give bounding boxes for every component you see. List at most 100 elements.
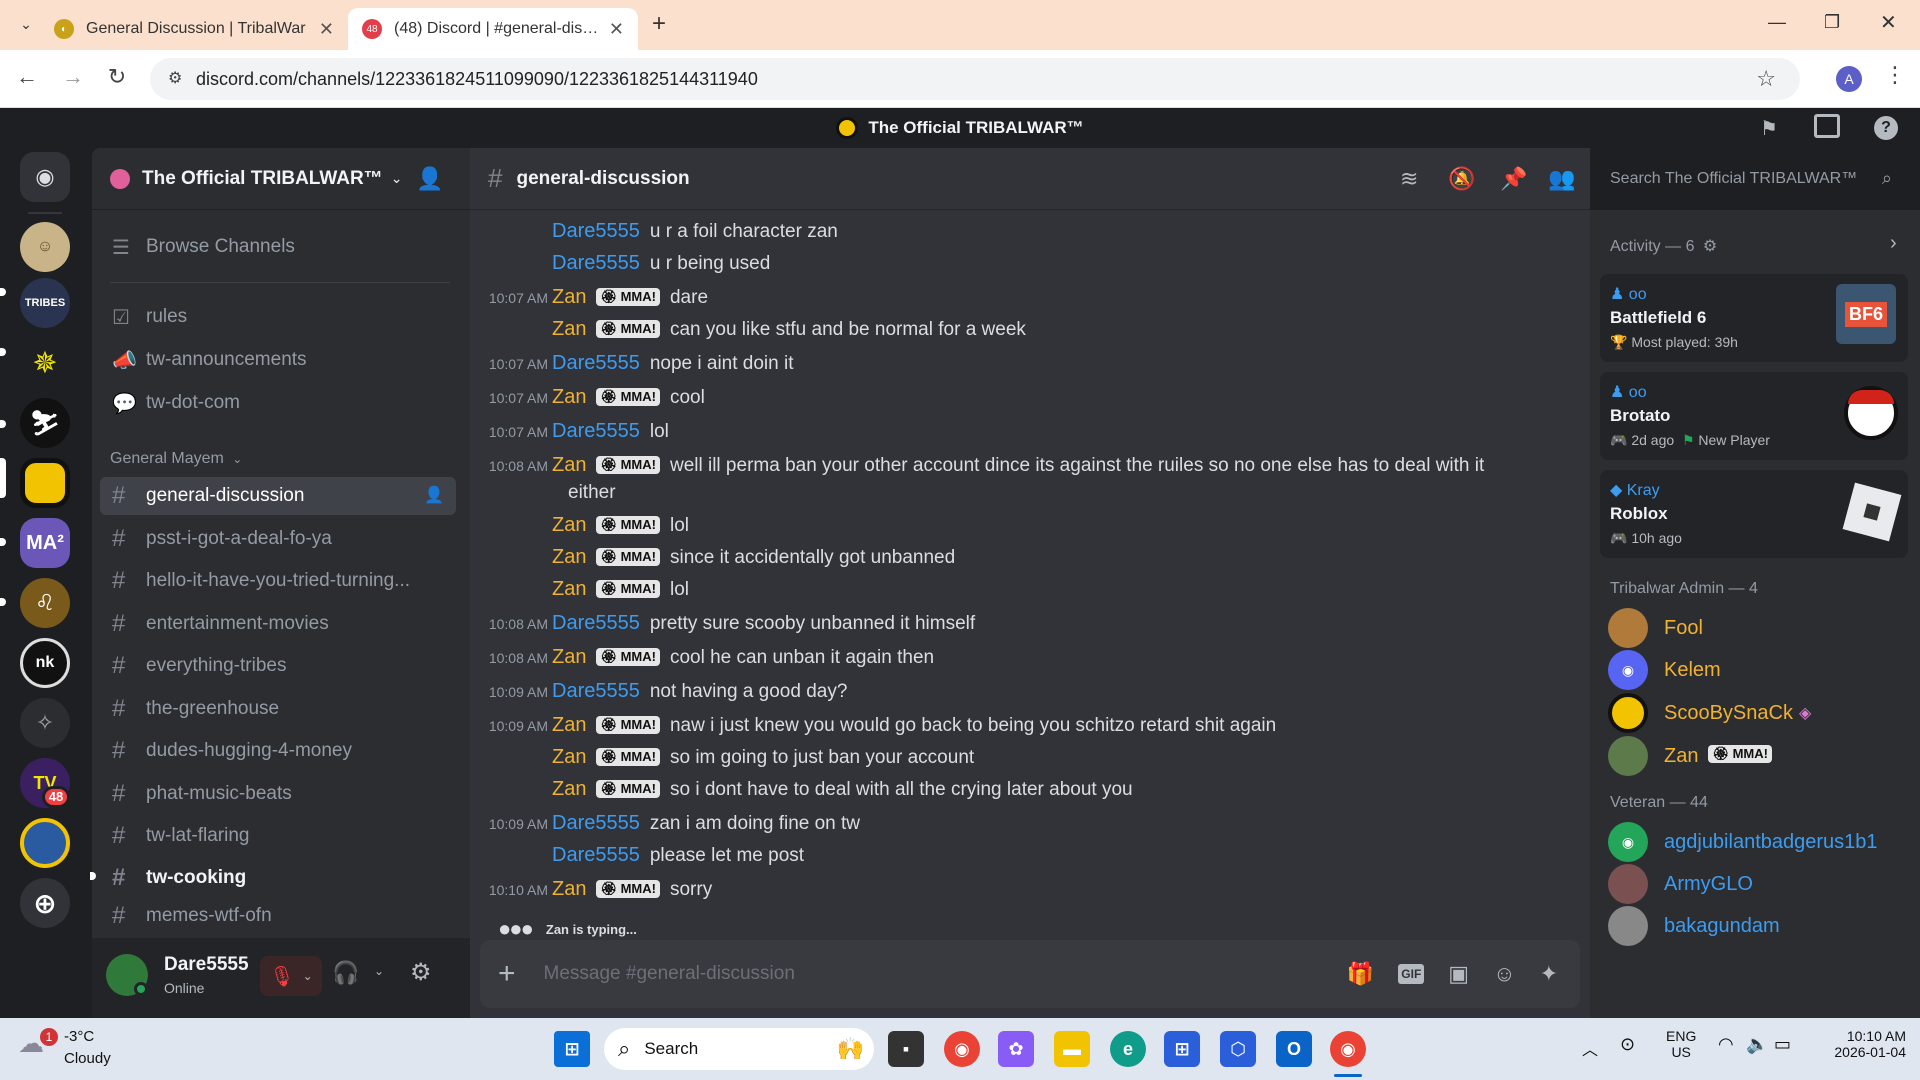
- server-icon-ma2[interactable]: MA²: [20, 518, 70, 568]
- channel-general-discussion[interactable]: # general-discussion 👤: [100, 477, 456, 515]
- author-name[interactable]: Dare5555: [552, 220, 640, 243]
- profile-avatar[interactable]: A: [1836, 66, 1862, 92]
- threads-icon[interactable]: ≋: [1400, 166, 1418, 192]
- server-icon-tribalwar-blue[interactable]: [20, 818, 70, 868]
- tray-app-icon[interactable]: ⊙: [1620, 1034, 1635, 1055]
- activity-card[interactable]: ♟ oo Battlefield 6 🏆 Most played: 39h BF…: [1600, 274, 1908, 362]
- channel-item[interactable]: # everything-tribes: [100, 647, 456, 685]
- sticker-icon[interactable]: ▣: [1448, 961, 1469, 987]
- message-row[interactable]: 10:09 AM Dare5555 zan i am doing fine on t…: [470, 812, 860, 840]
- windows-start-icon[interactable]: ⊞: [554, 1031, 590, 1067]
- server-icon-tribes[interactable]: TRIBES: [20, 278, 70, 328]
- channel-item[interactable]: # tw-lat-flaring: [100, 817, 456, 855]
- invite-people-icon[interactable]: 👤: [416, 166, 443, 192]
- activity-card[interactable]: ◆ Kray Roblox 🎮 10h ago: [1600, 470, 1908, 558]
- author-name[interactable]: Zan: [552, 286, 586, 309]
- channel-item[interactable]: # phat-music-beats: [100, 775, 456, 813]
- outlook-icon[interactable]: O: [1276, 1031, 1312, 1067]
- search-input[interactable]: Search The Official TRIBALWAR™ ⌕: [1600, 160, 1900, 198]
- mute-button[interactable]: 🎙 ⌄: [260, 956, 322, 996]
- message-row[interactable]: Dare5555 u r being used: [470, 252, 770, 280]
- address-bar[interactable]: ⚙ discord.com/channels/12233618245110990…: [150, 58, 1800, 100]
- bookmark-star-icon[interactable]: ☆: [1756, 66, 1776, 92]
- message-row[interactable]: Zan 🏵 MMA! lol: [470, 578, 689, 606]
- message-row[interactable]: Zan 🏵 MMA! since it accidentally got unban…: [470, 546, 955, 574]
- message-row[interactable]: 10:08 AM Zan 🏵 MMA! well ill perma ban your…: [470, 454, 1484, 482]
- chrome-profile-icon[interactable]: ◉: [1330, 1031, 1366, 1067]
- author-name[interactable]: Zan: [552, 514, 586, 537]
- member-item[interactable]: Zan 🏵 MMA!: [1608, 734, 1782, 778]
- add-server-icon[interactable]: ⊕: [20, 878, 70, 928]
- author-name[interactable]: Zan: [552, 546, 586, 569]
- channel-item[interactable]: # entertainment-movies: [100, 605, 456, 643]
- message-row[interactable]: Zan 🏵 MMA! so im going to just ban your ac…: [470, 746, 974, 774]
- wifi-icon[interactable]: ◠: [1718, 1034, 1734, 1055]
- message-row[interactable]: 10:10 AM Zan 🏵 MMA! sorry: [470, 878, 712, 906]
- language-indicator[interactable]: ENG US: [1666, 1028, 1696, 1060]
- message-row[interactable]: Zan 🏵 MMA! lol: [470, 514, 689, 542]
- close-tab-icon[interactable]: ✕: [609, 19, 624, 40]
- member-item[interactable]: bakagundam: [1608, 904, 1780, 948]
- user-settings-gear-icon[interactable]: ⚙: [410, 958, 432, 987]
- message-input[interactable]: Message #general-discussion: [544, 963, 1347, 985]
- message-row[interactable]: 10:09 AM Dare5555 not having a good day?: [470, 680, 848, 708]
- file-explorer-icon[interactable]: ▬: [1054, 1031, 1090, 1067]
- restore-icon[interactable]: ❐: [1824, 12, 1840, 33]
- pinned-messages-icon[interactable]: 📌: [1500, 166, 1527, 192]
- author-name[interactable]: Dare5555: [552, 252, 640, 275]
- browse-channels[interactable]: ☰ Browse Channels: [100, 228, 456, 266]
- channel-item[interactable]: # memes-wtf-ofn: [100, 901, 456, 931]
- message-row[interactable]: 10:07 AM Zan 🏵 MMA! cool: [470, 386, 705, 414]
- message-row[interactable]: Zan 🏵 MMA! so i dont have to deal with all…: [470, 778, 1133, 806]
- tab-list-chevron-icon[interactable]: ⌄: [12, 10, 40, 38]
- channel-item[interactable]: # tw-cooking: [100, 859, 456, 897]
- notification-muted-icon[interactable]: 🔕: [1448, 166, 1475, 192]
- author-name[interactable]: Zan: [552, 318, 586, 341]
- channel-tw-dot-com[interactable]: 💬 tw-dot-com: [100, 384, 456, 422]
- invite-icon[interactable]: 👤: [424, 485, 444, 505]
- tab-tribalwar[interactable]: ◐ General Discussion | TribalWar ✕: [40, 8, 348, 50]
- taskbar-search[interactable]: ⌕ Search 🙌: [604, 1028, 874, 1070]
- volume-icon[interactable]: 🔈: [1746, 1034, 1768, 1055]
- message-row[interactable]: 10:07 AM Dare5555 nope i aint doin it: [470, 352, 794, 380]
- chrome-icon[interactable]: ◉: [944, 1031, 980, 1067]
- new-tab-icon[interactable]: +: [652, 10, 666, 38]
- member-item[interactable]: ArmyGLO: [1608, 862, 1753, 906]
- task-view-icon[interactable]: ▪: [888, 1031, 924, 1067]
- battery-icon[interactable]: ▭: [1774, 1034, 1791, 1055]
- author-name[interactable]: Zan: [552, 778, 586, 801]
- member-list-icon[interactable]: 👥: [1548, 166, 1575, 192]
- upload-plus-icon[interactable]: +: [498, 957, 516, 991]
- server-header[interactable]: The Official TRIBALWAR™ ⌄ 👤: [92, 148, 470, 210]
- reload-icon[interactable]: ↻: [102, 64, 132, 90]
- gif-icon[interactable]: GIF: [1398, 964, 1425, 984]
- emoji-icon[interactable]: ☺: [1493, 961, 1515, 987]
- edge-icon[interactable]: e: [1110, 1031, 1146, 1067]
- message-row[interactable]: 10:07 AM Dare5555 lol: [470, 420, 669, 448]
- weather-widget[interactable]: ☁ 1: [18, 1028, 58, 1068]
- message-row[interactable]: 10:08 AM Zan 🏵 MMA! cool he can unban it ag…: [470, 646, 934, 674]
- channel-rules[interactable]: ☑ rules: [100, 298, 456, 336]
- message-row[interactable]: Dare5555 please let me post: [470, 844, 804, 872]
- author-name[interactable]: Dare5555: [552, 420, 640, 443]
- author-name[interactable]: Dare5555: [552, 612, 640, 635]
- close-window-icon[interactable]: ✕: [1880, 10, 1897, 35]
- forward-icon[interactable]: →: [58, 64, 88, 90]
- server-icon-yellow-star[interactable]: ✵: [20, 338, 70, 388]
- author-name[interactable]: Dare5555: [552, 680, 640, 703]
- gift-icon[interactable]: 🎁: [1347, 961, 1374, 987]
- category-general-mayem[interactable]: General Mayem ⌄: [110, 450, 242, 468]
- message-row[interactable]: Zan 🏵 MMA! can you like stfu and be normal…: [470, 318, 1026, 346]
- channel-item[interactable]: # hello-it-have-you-tried-turning...: [100, 562, 456, 600]
- copilot-icon[interactable]: ✿: [998, 1031, 1034, 1067]
- close-tab-icon[interactable]: ✕: [319, 19, 334, 40]
- member-item[interactable]: Fool: [1608, 606, 1703, 650]
- author-name[interactable]: Zan: [552, 746, 586, 769]
- gear-icon[interactable]: ⚙: [1703, 238, 1717, 255]
- browser-menu-icon[interactable]: ⋮: [1884, 62, 1906, 88]
- author-name[interactable]: Dare5555: [552, 844, 640, 867]
- activity-card[interactable]: ♟ oo Brotato 🎮 2d ago ⚑ New Player: [1600, 372, 1908, 460]
- server-icon-skier[interactable]: ⛷: [20, 398, 70, 448]
- back-icon[interactable]: ←: [12, 64, 42, 90]
- inbox-flag-icon[interactable]: ⚑: [1760, 116, 1778, 141]
